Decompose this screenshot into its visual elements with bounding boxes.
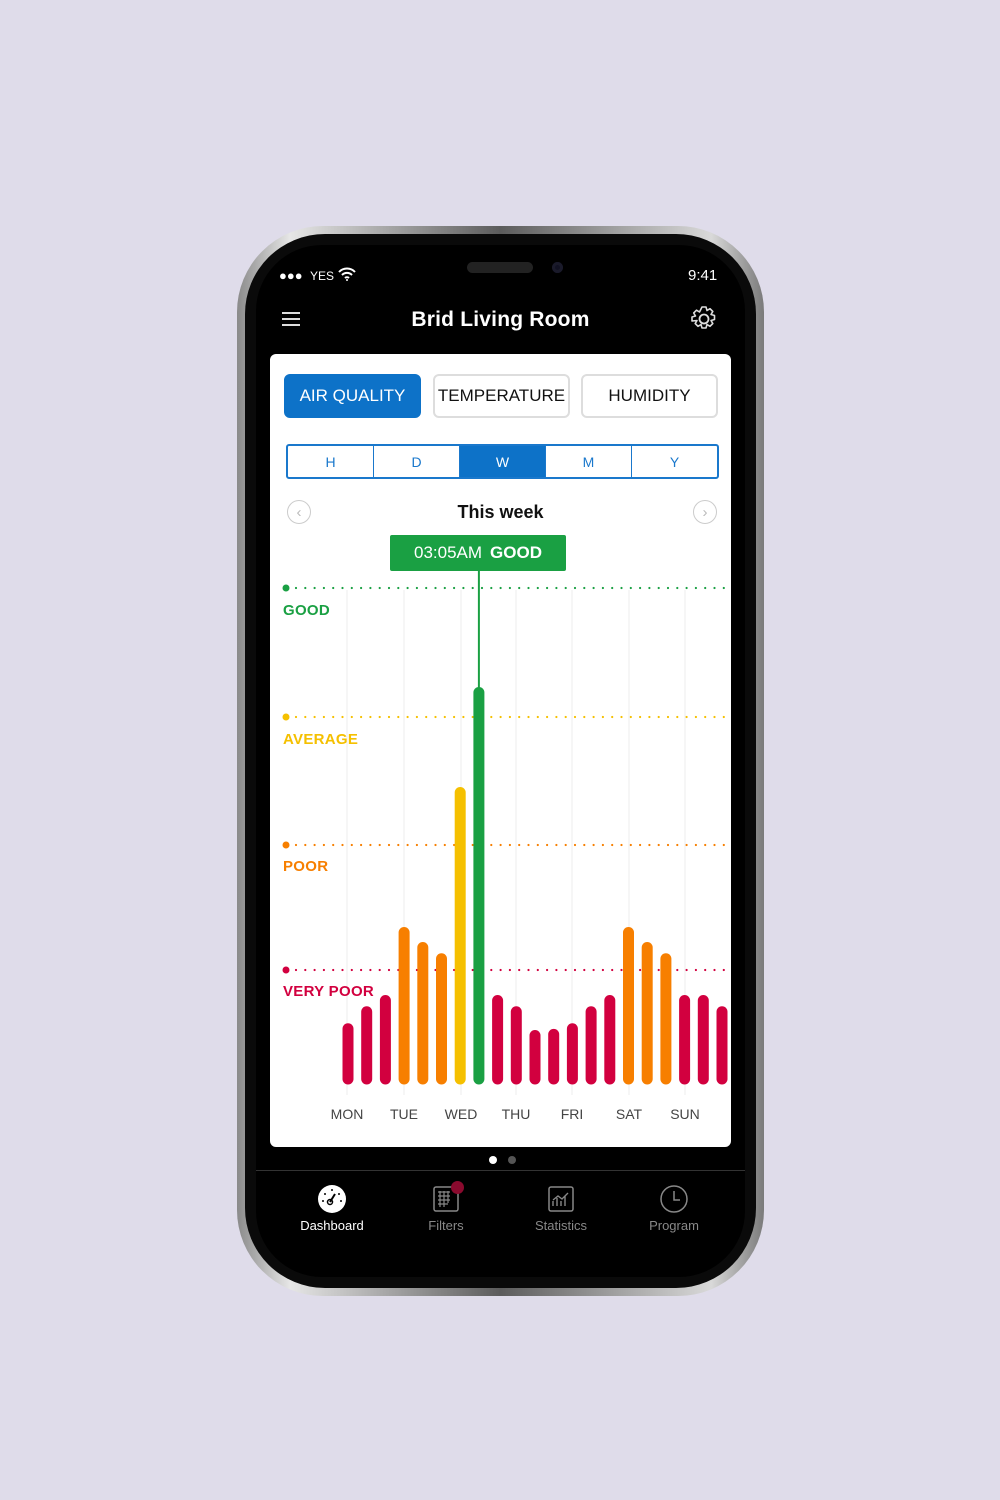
nav-dashboard[interactable]: Dashboard (282, 1184, 382, 1233)
x-tick-label: SAT (615, 1106, 643, 1122)
gauge-icon (318, 1185, 346, 1213)
level-label-poor: POOR (283, 858, 329, 875)
nav-program[interactable]: Program (624, 1184, 724, 1233)
nav-label: Dashboard (300, 1218, 364, 1233)
x-tick-label: WED (444, 1106, 478, 1122)
air-quality-chart (282, 570, 732, 1095)
level-marker (282, 713, 290, 721)
nav-statistics[interactable]: Statistics (511, 1184, 611, 1233)
nav-label: Filters (428, 1218, 464, 1233)
level-marker (282, 841, 290, 849)
selected-tooltip: 03:05AM GOOD (390, 535, 566, 571)
nav-label: Statistics (534, 1218, 587, 1233)
x-tick-label: THU (501, 1106, 531, 1122)
notification-badge (451, 1181, 464, 1194)
tooltip-status: GOOD (490, 543, 542, 562)
level-label-good: GOOD (283, 602, 331, 619)
page-dot-active[interactable] (489, 1156, 497, 1164)
clock-icon (660, 1185, 688, 1213)
level-label-very-poor: VERY POOR (283, 983, 375, 1000)
x-tick-label: MON (330, 1106, 364, 1122)
nav-label: Program (649, 1218, 699, 1233)
x-tick-label: FRI (560, 1106, 584, 1122)
chart-icon (548, 1186, 574, 1212)
x-tick-label: SUN (670, 1106, 700, 1122)
nav-filters[interactable]: Filters (396, 1184, 496, 1233)
level-label-average: AVERAGE (283, 731, 359, 748)
tooltip-time: 03:05AM (414, 543, 483, 562)
tab-bar-divider (256, 1170, 745, 1171)
page-dot[interactable] (508, 1156, 516, 1164)
level-marker (282, 966, 290, 974)
level-marker (282, 584, 290, 592)
x-tick-label: TUE (390, 1106, 418, 1122)
